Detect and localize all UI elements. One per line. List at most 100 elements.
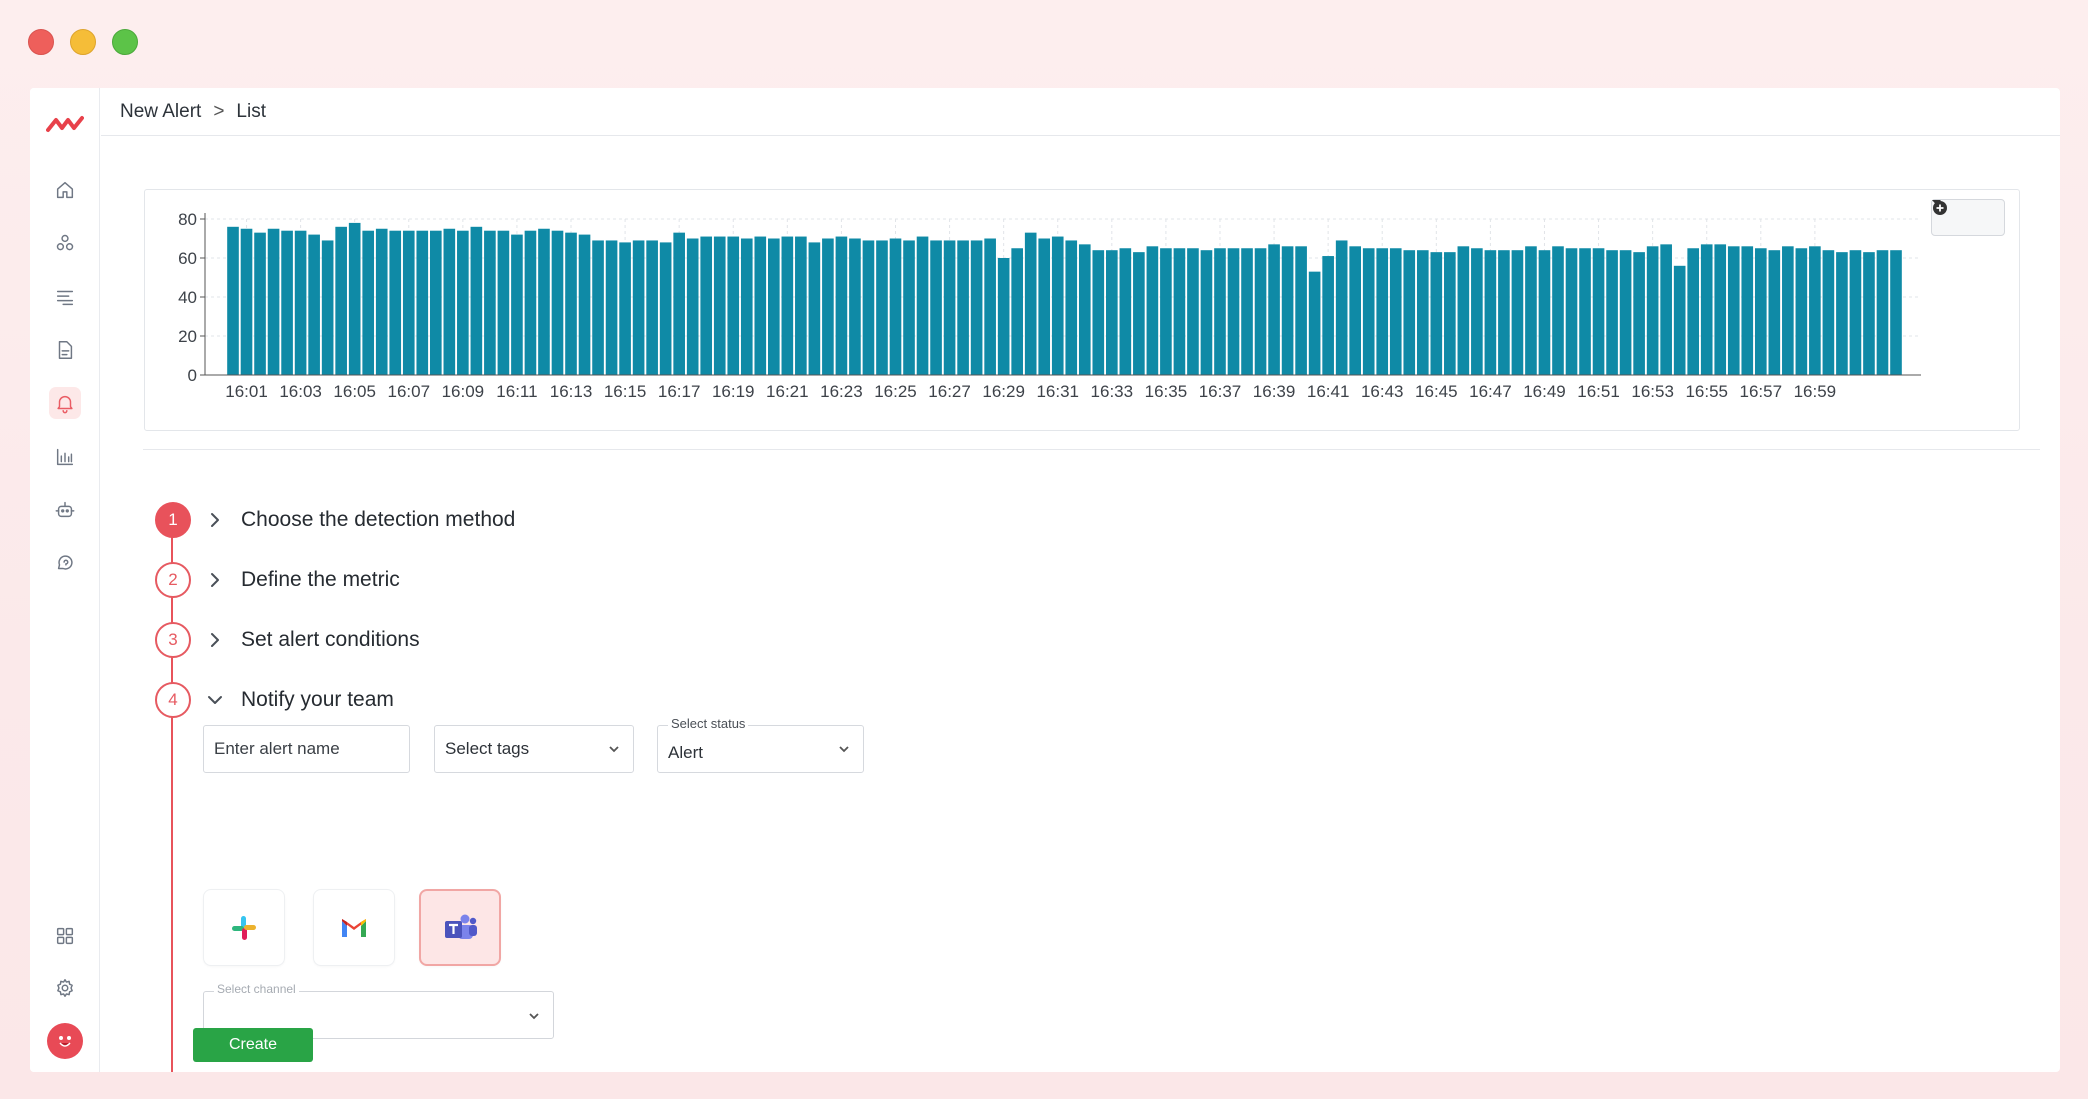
chart-bar[interactable] [308,234,320,375]
chart-bar[interactable] [659,242,672,375]
chart-bar[interactable] [281,230,293,375]
chart-bar[interactable] [429,230,442,375]
chart-bar[interactable] [1660,244,1672,375]
status-select[interactable]: Select status Alert [657,716,864,773]
chart-bar[interactable] [227,226,239,375]
sidebar-item-bots[interactable] [49,494,81,526]
chart-bar[interactable] [1200,250,1213,375]
chart-bar[interactable] [592,240,604,375]
chart-bar[interactable] [389,230,402,375]
chart-bar[interactable] [1146,246,1159,375]
chart-bar[interactable] [1038,238,1051,376]
sidebar-item-logs[interactable] [49,281,81,313]
chart-bar[interactable] [1106,250,1118,375]
chart-bar[interactable] [1687,248,1700,375]
chart-options-button[interactable] [1931,199,2005,236]
chart-bar[interactable] [1051,236,1064,375]
chart-bar[interactable] [457,230,469,375]
sidebar-item-apps[interactable] [49,920,81,952]
chart-bar[interactable] [1538,250,1551,375]
sidebar-item-home[interactable] [49,174,81,206]
chart-bar[interactable] [1700,244,1713,375]
avatar[interactable] [47,1023,83,1059]
chart-bar[interactable] [1444,252,1456,375]
chart-bar[interactable] [957,240,969,375]
breadcrumb-parent[interactable]: New Alert [120,101,201,123]
chart-bar[interactable] [1119,248,1132,375]
chart-bar[interactable] [889,238,902,376]
chart-bar[interactable] [1511,250,1524,375]
chart-bar[interactable] [822,238,834,376]
chart-bar[interactable] [443,228,456,375]
chart-bar[interactable] [916,236,929,375]
sidebar-item-alerts[interactable] [49,387,81,419]
chart-bar[interactable] [1430,252,1443,375]
chart-bar[interactable] [808,242,821,375]
chart-bar[interactable] [943,240,956,375]
chart-bar[interactable] [1809,246,1821,375]
chart-bar[interactable] [1633,252,1645,375]
chart-bar[interactable] [767,238,780,376]
chart-bar[interactable] [1552,246,1564,375]
chart-bar[interactable] [740,238,753,376]
minimize-window-button[interactable] [70,29,96,55]
breadcrumb-current[interactable]: List [236,101,266,123]
chart-bar[interactable] [1457,246,1470,375]
chart-bar[interactable] [1416,250,1429,375]
chart-bar[interactable] [903,240,915,375]
chart-bar[interactable] [1160,248,1172,375]
chart-bar[interactable] [781,236,794,375]
chart-bar[interactable] [1592,248,1605,375]
chart-bar[interactable] [1241,248,1253,375]
maximize-window-button[interactable] [112,29,138,55]
chart-bar[interactable] [1754,248,1767,375]
step-1[interactable]: 1 Choose the detection method [155,502,515,538]
chart-bar[interactable] [1187,248,1199,375]
chart-bar[interactable] [1484,250,1497,375]
chart-bar[interactable] [362,230,375,375]
chart-bar[interactable] [524,230,537,375]
chart-bar[interactable] [1782,246,1794,375]
chart-bar[interactable] [795,236,807,375]
chart-bar[interactable] [1863,252,1875,375]
chart-bar[interactable] [1254,248,1267,375]
chart-bar[interactable] [686,238,699,376]
chart-bar[interactable] [1173,248,1186,375]
chart-bar[interactable] [673,232,685,375]
chart-bar[interactable] [1673,265,1686,375]
chart-bar[interactable] [240,228,253,375]
chart-bar[interactable] [1890,250,1902,375]
chart-bar[interactable] [1471,248,1483,375]
chart-bar[interactable] [862,240,875,375]
tags-select[interactable]: Select tags [434,725,634,773]
chart-bar[interactable] [713,236,726,375]
sidebar-item-dashboards[interactable] [49,441,81,473]
logo-icon[interactable] [46,112,84,136]
chart-bar[interactable] [538,228,550,375]
chart-bar[interactable] [1335,240,1348,375]
sidebar-item-settings[interactable] [49,972,81,1004]
chart-bar[interactable] [551,230,564,375]
chart-bar[interactable] [754,236,767,375]
chart-bar[interactable] [1308,271,1321,375]
chart-bar[interactable] [1295,246,1307,375]
chart-bar[interactable] [970,240,983,375]
chart-bar[interactable] [835,236,848,375]
chart-bar[interactable] [348,222,361,375]
chart-bar[interactable] [470,226,483,375]
chart-bar[interactable] [1646,246,1659,375]
chart-bar[interactable] [1768,250,1781,375]
alert-name-input[interactable]: Enter alert name [203,725,410,773]
chart-bar[interactable] [1349,246,1362,375]
chart-bar[interactable] [1227,248,1240,375]
chart-bar[interactable] [619,242,631,375]
chart-bar[interactable] [727,236,740,375]
sidebar-item-documents[interactable] [49,334,81,366]
chart-bar[interactable] [484,230,496,375]
chart-bar[interactable] [1078,244,1091,375]
chart-bar[interactable] [1214,248,1226,375]
chart-bar[interactable] [1389,248,1402,375]
chart-bar[interactable] [1714,244,1727,375]
chart-bar[interactable] [1362,248,1375,375]
chart-bar[interactable] [254,232,266,375]
